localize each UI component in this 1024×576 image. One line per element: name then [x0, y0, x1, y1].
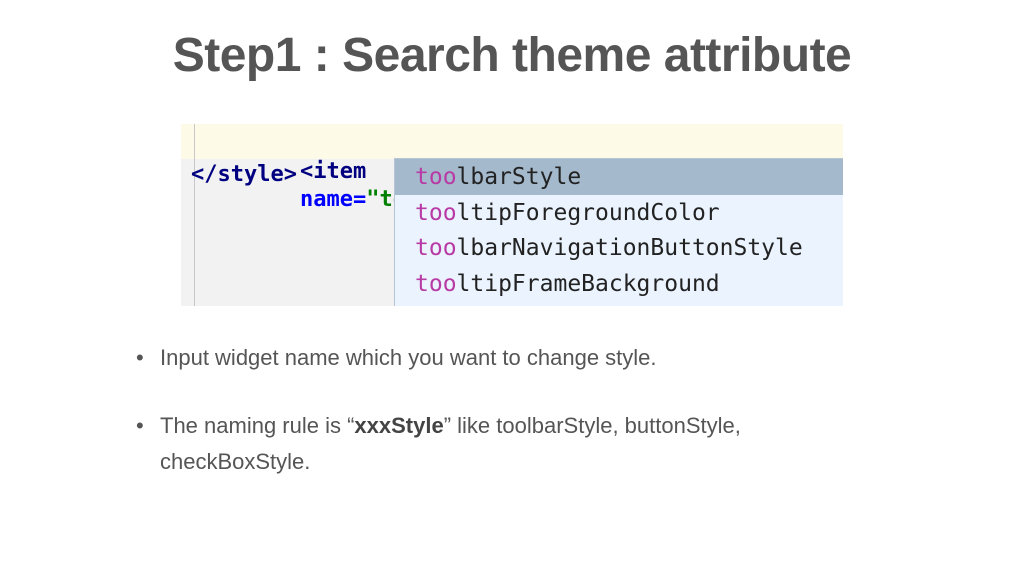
autocomplete-item[interactable]: toolbarStyle: [395, 159, 843, 195]
bullet-item: • The naming rule is “xxxStyle” like too…: [136, 408, 896, 480]
bullet-text: Input widget name which you want to chan…: [160, 345, 657, 370]
autocomplete-rest: lbarNavigationButtonStyle: [456, 235, 803, 261]
editor-gutter-divider: [194, 124, 195, 306]
slide-title: Step1 : Search theme attribute: [172, 29, 852, 82]
code-editor-screenshot: <item name="too" ~ </style> toolbarStyle…: [181, 124, 843, 306]
autocomplete-rest: lbarStyle: [456, 164, 582, 190]
autocomplete-item[interactable]: toolbarNavigationButtonStyle: [395, 230, 843, 266]
autocomplete-item[interactable]: tooltipFrameBackground: [395, 266, 843, 302]
autocomplete-match: too: [415, 164, 457, 190]
code-line-close-style: </style>: [191, 162, 297, 187]
autocomplete-item[interactable]: tooltipForegroundColor: [395, 195, 843, 231]
bullet-text-bold: xxxStyle: [354, 413, 444, 438]
code-attr-name: name=: [299, 187, 367, 212]
code-tag-item: <item: [299, 159, 367, 184]
autocomplete-match: too: [415, 271, 457, 297]
bullet-dot-icon: •: [136, 345, 144, 370]
autocomplete-popup[interactable]: toolbarStyle tooltipForegroundColor tool…: [394, 158, 843, 306]
bullet-dot-icon: •: [136, 413, 144, 438]
autocomplete-rest: ltipFrameBackground: [456, 271, 720, 297]
bullet-list: • Input widget name which you want to ch…: [136, 340, 896, 512]
autocomplete-match: too: [415, 235, 457, 261]
autocomplete-rest: ltipForegroundColor: [456, 200, 720, 226]
bullet-text-pre: The naming rule is “: [160, 413, 355, 438]
bullet-item: • Input widget name which you want to ch…: [136, 340, 896, 376]
autocomplete-match: too: [415, 200, 457, 226]
